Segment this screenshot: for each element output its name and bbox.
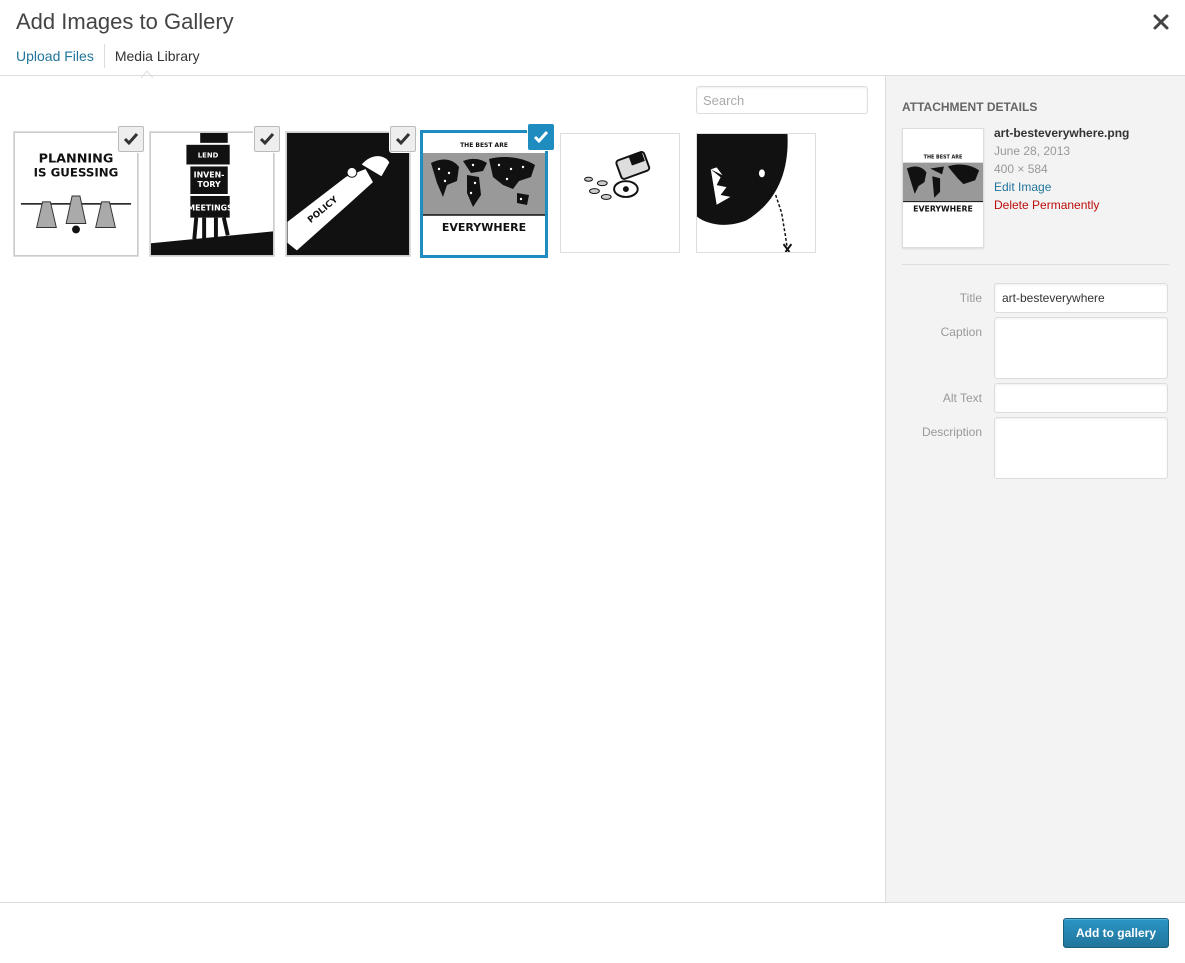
- alt-text-field[interactable]: [994, 383, 1168, 413]
- attachment-details-heading: Attachment Details: [902, 100, 1038, 114]
- sidebar-divider: [902, 264, 1169, 265]
- thumb-text-line-1: LEND: [198, 152, 219, 160]
- checkmark-icon[interactable]: [254, 126, 280, 152]
- attachment-dimensions: 400 × 584: [994, 162, 1048, 176]
- checkmark-icon[interactable]: [390, 126, 416, 152]
- description-field[interactable]: [994, 417, 1168, 479]
- checkmark-icon[interactable]: [118, 126, 144, 152]
- attachment-policy-arm[interactable]: POLICY: [286, 126, 416, 256]
- title-field[interactable]: [994, 283, 1168, 313]
- attachment-thumbnail: [696, 133, 816, 253]
- attachment-filename: art-besteverywhere.png: [994, 126, 1130, 140]
- thumb-text-line-1: THE BEST ARE: [460, 142, 508, 149]
- thumb-text-line-4: MEETINGS: [187, 204, 233, 213]
- media-modal: Add Images to Gallery Upload Files Media…: [0, 0, 1185, 963]
- attachment-details-thumbnail: THE BEST ARE EVERYWHERE: [902, 128, 984, 248]
- attachment-pill-bottle[interactable]: [560, 133, 680, 253]
- title-label: Title: [959, 291, 982, 305]
- attachment-date: June 28, 2013: [994, 144, 1071, 158]
- sidebar-thumb-text-line-2: EVERYWHERE: [913, 204, 973, 213]
- thumb-text-line-1: PLANNING: [39, 152, 114, 167]
- close-icon[interactable]: [1151, 12, 1171, 32]
- checkmark-icon[interactable]: [528, 124, 554, 150]
- caption-field[interactable]: [994, 317, 1168, 379]
- search-input[interactable]: [696, 86, 868, 114]
- attachment-art-besteverywhere[interactable]: THE BEST ARE EVERYWHERE: [420, 124, 554, 258]
- delete-permanently-link[interactable]: Delete Permanently: [994, 196, 1129, 214]
- thumb-text-line-2: IS GUESSING: [34, 165, 119, 179]
- caption-label: Caption: [940, 325, 982, 339]
- attachment-details-sidebar: Attachment Details THE BEST ARE EVERYWHE…: [885, 76, 1185, 902]
- attachment-inventory-meetings[interactable]: LEND INVEN- TORY MEETINGS: [150, 126, 280, 256]
- description-label: Description: [921, 425, 982, 439]
- sidebar-thumb-text-line-1: THE BEST ARE: [924, 155, 963, 161]
- add-to-gallery-button[interactable]: Add to gallery: [1062, 918, 1169, 948]
- modal-toolbar: Add to gallery: [0, 902, 1185, 963]
- attachment-planning-is-guessing[interactable]: PLANNING IS GUESSING: [14, 126, 144, 256]
- thumb-text-line-2: EVERYWHERE: [442, 221, 526, 234]
- thumb-text-line-2: INVEN-: [194, 170, 225, 179]
- thumb-text-line-3: TORY: [197, 180, 221, 189]
- attachment-shark[interactable]: [696, 133, 816, 253]
- alt-text-label: Alt Text: [942, 391, 982, 405]
- tab-upload-files[interactable]: Upload Files: [16, 44, 104, 68]
- tab-media-library-label: Media Library: [114, 48, 200, 64]
- edit-image-link[interactable]: Edit Image: [994, 178, 1129, 196]
- attachment-thumbnail: [560, 133, 680, 253]
- attachment-info: art-besteverywhere.png June 28, 2013 400…: [994, 124, 1129, 214]
- tab-media-library[interactable]: Media Library: [103, 44, 210, 78]
- media-library-content: PLANNING IS GUESSING: [0, 76, 885, 902]
- media-router: Upload Files Media Library: [16, 44, 210, 78]
- modal-title: Add Images to Gallery: [16, 9, 234, 34]
